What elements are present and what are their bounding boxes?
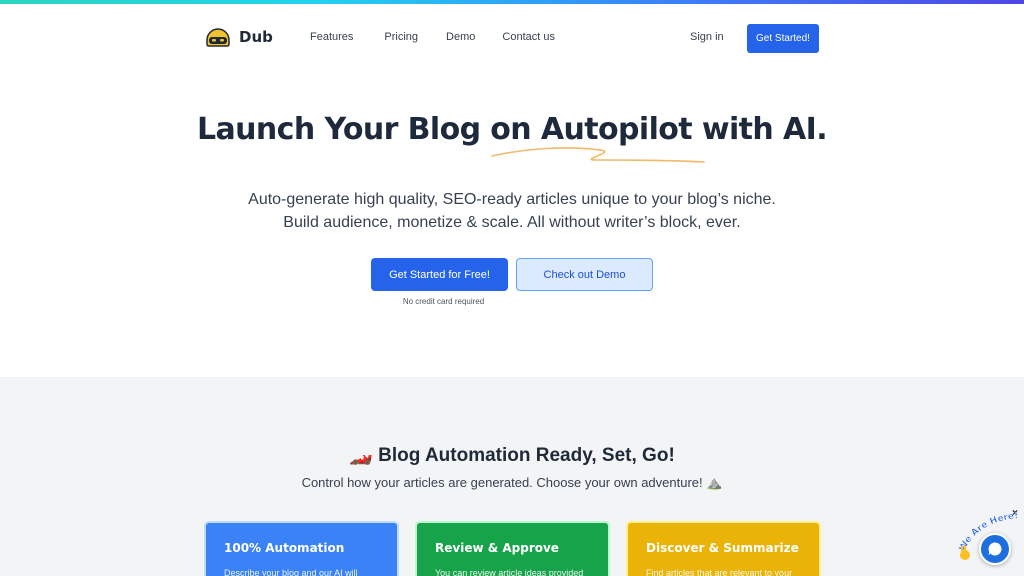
card-title: Review & Approve: [435, 541, 559, 555]
card-title: Discover & Summarize: [646, 541, 799, 555]
sign-in-link[interactable]: Sign in: [690, 31, 724, 43]
section-subtitle: Control how your articles are generated.…: [301, 475, 723, 490]
no-credit-card-note: No credit card required: [402, 297, 485, 306]
card-title: 100% Automation: [224, 541, 345, 555]
card-description: Find articles that are relevant to your: [646, 568, 793, 576]
get-started-nav-button[interactable]: Get Started!: [747, 24, 819, 53]
check-out-demo-button[interactable]: Check out Demo: [516, 258, 653, 291]
nav-link-contact[interactable]: Contact us: [502, 31, 555, 43]
brand-logo[interactable]: Dub: [205, 26, 273, 48]
nav-link-pricing[interactable]: Pricing: [384, 31, 418, 43]
card-review-approve[interactable]: Review & Approve You can review article …: [417, 523, 608, 576]
card-full-automation[interactable]: 100% Automation Describe your blog and o…: [206, 523, 397, 576]
hero-subtitle-line-1: Auto-generate high quality, SEO-ready ar…: [248, 191, 776, 208]
chat-launcher-button[interactable]: [979, 533, 1011, 565]
card-discover-summarize[interactable]: Discover & Summarize Find articles that …: [628, 523, 819, 576]
nav-link-demo[interactable]: Demo: [446, 31, 475, 43]
chat-icon: [988, 542, 1002, 556]
nav-link-features[interactable]: Features: [310, 31, 353, 43]
top-nav: Dub Features Pricing Demo Contact us Sig…: [205, 24, 819, 53]
section-title: 🏎️ Blog Automation Ready, Set, Go!: [349, 445, 675, 466]
brand-name: Dub: [239, 28, 273, 46]
get-started-free-button[interactable]: Get Started for Free!: [371, 258, 508, 291]
nav-links: Features Pricing Demo Contact us: [310, 31, 585, 43]
top-gradient-bar: [0, 0, 1024, 4]
hero-subtitle: Auto-generate high quality, SEO-ready ar…: [0, 188, 1024, 234]
robot-logo-icon: [206, 28, 230, 47]
hero-subtitle-line-2: Build audience, monetize & scale. All wi…: [283, 214, 741, 231]
underline-squiggle: [491, 147, 705, 163]
card-description: You can review article ideas provided: [435, 568, 584, 576]
card-description: Describe your blog and our AI will: [224, 568, 358, 576]
